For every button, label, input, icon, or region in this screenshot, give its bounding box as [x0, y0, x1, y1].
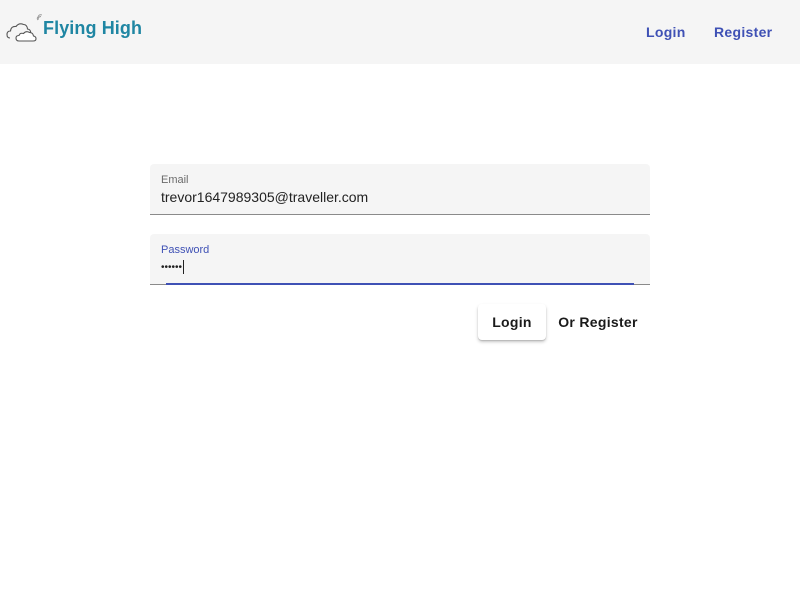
email-value: trevor1647989305@traveller.com: [161, 189, 369, 205]
register-button[interactable]: Or Register: [554, 304, 642, 340]
text-caret: [183, 260, 185, 274]
nav-register-link[interactable]: Register: [714, 16, 772, 48]
clouds-icon: [6, 12, 42, 42]
top-app-bar: Flying High Login Register: [0, 0, 800, 64]
password-value: ••••••: [161, 260, 185, 274]
nav-login-link[interactable]: Login: [646, 16, 686, 48]
focus-underline: [166, 283, 634, 285]
email-field[interactable]: Email trevor1647989305@traveller.com: [150, 164, 650, 215]
app-logo-text: Flying High: [43, 17, 143, 38]
app-logo[interactable]: Flying High: [6, 11, 142, 43]
password-mask: ••••••: [161, 261, 183, 273]
login-button[interactable]: Login: [478, 304, 546, 340]
password-field[interactable]: Password ••••••: [150, 234, 650, 285]
password-label: Password: [161, 244, 210, 256]
email-label: Email: [161, 174, 189, 186]
